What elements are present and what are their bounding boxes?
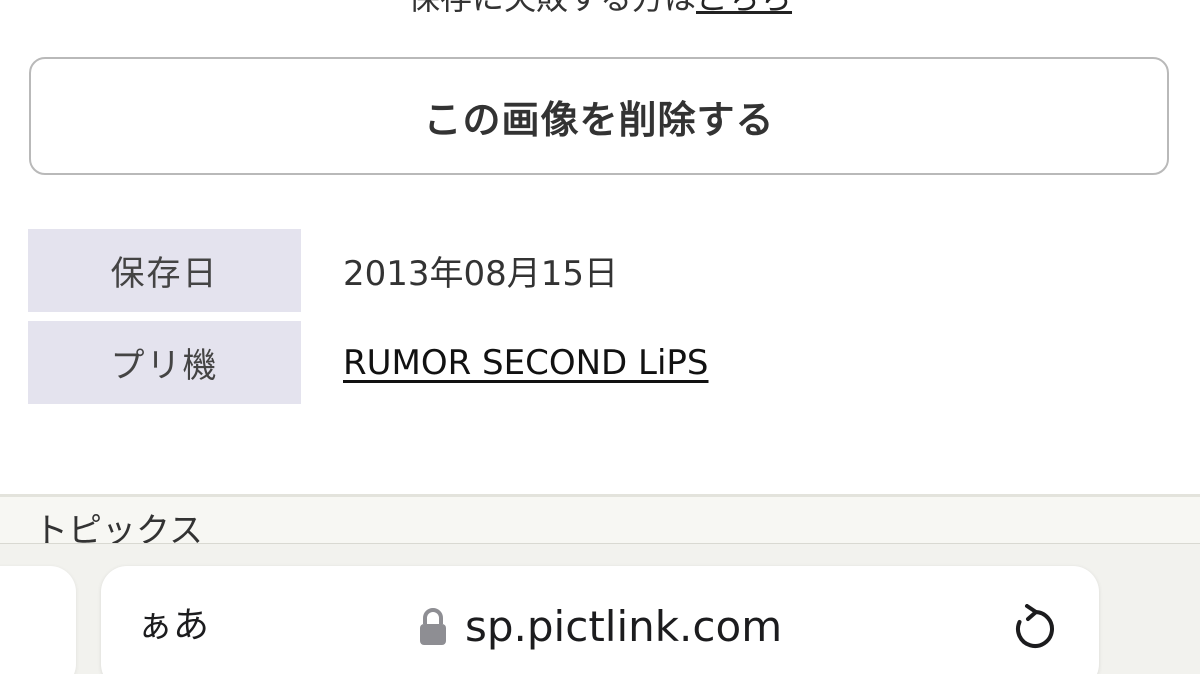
page-settings-button[interactable]: ぁあ [137,604,209,648]
machine-label: プリ機 [28,321,301,404]
delete-image-button[interactable]: この画像を削除する [29,57,1169,175]
lock-icon [419,607,447,647]
save-date-label: 保存日 [28,229,301,312]
browser-toolbar: ぁあ sp.pictlink.com [0,543,1200,674]
save-date-value: 2013年08月15日 [343,254,619,294]
url-text: sp.pictlink.com [465,602,783,651]
previous-tab-stub[interactable] [0,566,76,674]
info-row-save-date: 保存日 2013年08月15日 [28,229,1172,312]
save-failure-note: 保存に失敗する方はこちら [0,0,1200,18]
address-bar[interactable]: ぁあ sp.pictlink.com [101,566,1099,674]
save-failure-link[interactable]: こちら [696,0,792,17]
info-row-machine: プリ機 RUMOR SECOND LiPS [28,321,1172,404]
save-failure-text: 保存に失敗する方は [408,0,696,17]
reload-icon[interactable] [1012,604,1058,652]
machine-link[interactable]: RUMOR SECOND LiPS [343,343,709,383]
page: 保存に失敗する方はこちら この画像を削除する 保存日 2013年08月15日 プ… [0,0,1200,674]
topics-heading: トピックス [34,511,203,543]
machine-value-cell: RUMOR SECOND LiPS [301,321,709,404]
topics-section: トピックス [0,497,1200,543]
url-display[interactable]: sp.pictlink.com [419,602,782,652]
